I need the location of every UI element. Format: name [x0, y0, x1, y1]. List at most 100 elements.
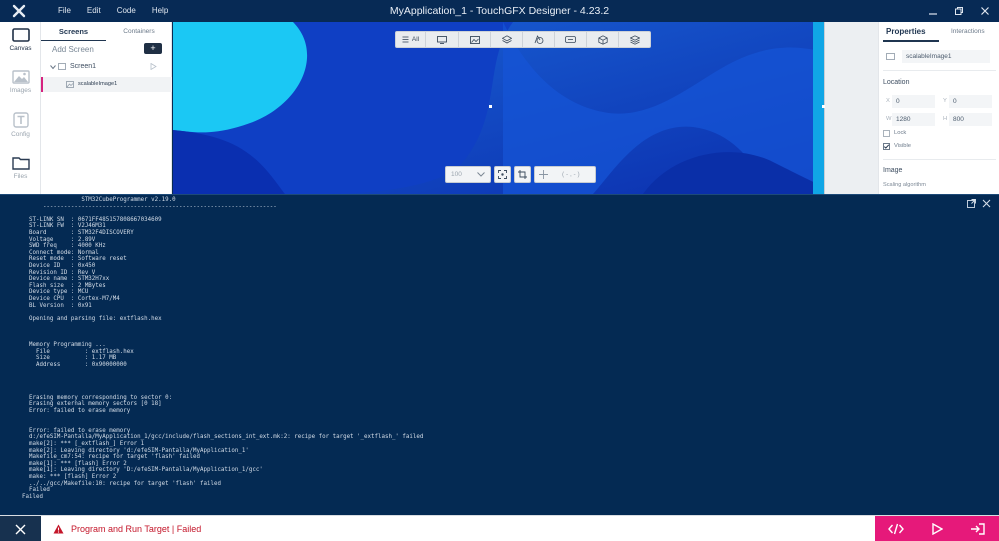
filter-display-button[interactable]: [426, 32, 459, 47]
program-target-button[interactable]: [957, 516, 998, 541]
console-output: STM32CubeProgrammer v2.19.0 ------------…: [22, 197, 423, 500]
console-line: make[1]: Leaving directory 'D:/efeSIM-Pa…: [22, 467, 263, 474]
menu-code[interactable]: Code: [109, 0, 144, 22]
filter-3d-button[interactable]: [587, 32, 619, 47]
console-line: make: *** [flash] Error 2: [22, 473, 117, 480]
chevron-down-icon: [477, 172, 485, 177]
w-label: W: [886, 116, 892, 122]
console-line: ST-LINK FW : V2J46M31: [22, 223, 106, 230]
console-line: Reset mode : Software reset: [22, 256, 127, 263]
status-bar: Program and Run Target | Failed: [0, 515, 999, 541]
selection-handle[interactable]: [489, 105, 492, 108]
button-widget-icon: [565, 36, 576, 43]
rail-item-config[interactable]: Config: [0, 106, 41, 146]
height-input[interactable]: 800: [949, 113, 992, 126]
close-log-button[interactable]: [0, 516, 41, 541]
generate-code-button[interactable]: [875, 516, 916, 541]
console-line: BL Version : 0x91: [22, 302, 92, 309]
console-line: STM32CubeProgrammer v2.19.0: [22, 197, 176, 203]
widget-name-field[interactable]: scalableImage1: [902, 50, 990, 63]
fit-screen-icon: [498, 170, 507, 179]
checkmark-icon: [883, 144, 890, 149]
config-icon: [12, 112, 29, 128]
menu-help[interactable]: Help: [144, 0, 176, 22]
console-line: Erasing external memory sectors [0 18]: [22, 401, 162, 408]
rail-item-images[interactable]: Images: [0, 64, 41, 104]
rail-item-files[interactable]: Files: [0, 150, 41, 190]
filter-shapes-button[interactable]: [523, 32, 555, 47]
console-line: SWD freq : 4000 KHz: [22, 243, 106, 250]
widget-name: scalableImage1: [78, 81, 118, 87]
menu-file[interactable]: File: [50, 0, 79, 22]
tab-interactions[interactable]: Interactions: [951, 28, 985, 35]
console-line: ----------------------------------------…: [22, 203, 277, 210]
screens-panel: Screens Containers Add Screen + Screen1 …: [41, 22, 172, 194]
screen-name: Screen1: [70, 63, 97, 70]
title-bar: File Edit Code Help MyApplication_1 - To…: [0, 0, 999, 22]
lock-label: Lock: [894, 130, 907, 136]
console-line: Device type : MCU: [22, 289, 89, 296]
widget-tree-item[interactable]: scalableImage1: [41, 77, 172, 92]
divider: [883, 159, 996, 160]
console-line: Device ID : 0x450: [22, 262, 96, 269]
visible-checkbox[interactable]: [883, 143, 890, 150]
minimize-button[interactable]: [925, 3, 941, 19]
screen-tree-item[interactable]: Screen1: [41, 61, 172, 74]
status-message: Program and Run Target | Failed: [71, 524, 202, 534]
touchgfx-designer-window: File Edit Code Help MyApplication_1 - To…: [0, 0, 999, 541]
console-line: Failed: [22, 493, 43, 500]
minimize-icon: [929, 13, 937, 15]
location-title: Location: [883, 79, 910, 86]
x-input[interactable]: 0: [892, 95, 935, 108]
close-window-button[interactable]: [977, 3, 993, 19]
canvas-edge: [824, 22, 825, 194]
layers-icon: [501, 35, 512, 44]
console-line: ../../gcc/Makefile:10: recipe for target…: [22, 480, 221, 487]
image-widget-icon: [66, 81, 74, 88]
folder-icon: [11, 157, 30, 170]
rail-item-canvas[interactable]: Canvas: [0, 22, 41, 62]
restore-button[interactable]: [951, 3, 967, 19]
close-console-icon[interactable]: [982, 199, 991, 208]
console-controls: [967, 199, 991, 208]
console-line: Voltage : 2.89V: [22, 236, 96, 243]
tab-containers[interactable]: Containers: [106, 22, 172, 41]
fit-screen-button[interactable]: [494, 166, 511, 183]
divider: [883, 70, 996, 71]
filter-misc-button[interactable]: [619, 32, 650, 47]
maximize-console-icon[interactable]: [967, 199, 976, 208]
filter-container-button[interactable]: [491, 32, 523, 47]
menu-edit[interactable]: Edit: [79, 0, 109, 22]
run-simulator-button[interactable]: [916, 516, 957, 541]
image-title: Image: [883, 167, 903, 174]
filter-buttons-button[interactable]: [555, 32, 587, 47]
tab-screens[interactable]: Screens: [41, 22, 106, 41]
console-line: Connect mode: Normal: [22, 249, 99, 256]
rail-label-files: Files: [13, 173, 28, 180]
chevron-down-icon[interactable]: [50, 64, 56, 70]
width-input[interactable]: 1280: [892, 113, 935, 126]
tab-properties[interactable]: Properties: [886, 27, 926, 36]
y-input[interactable]: 0: [949, 95, 992, 108]
filter-image-button[interactable]: [459, 32, 491, 47]
add-screen-button[interactable]: +: [144, 43, 162, 54]
crop-icon: [518, 170, 527, 179]
play-icon[interactable]: [150, 63, 157, 70]
zoom-select[interactable]: 100: [445, 166, 491, 183]
crop-button[interactable]: [514, 166, 531, 183]
widget-filter-toolbar: All: [395, 31, 651, 48]
console-line: Board : STM32F4DISCOVERY: [22, 229, 134, 236]
selection-handle[interactable]: [822, 105, 825, 108]
coordinate-readout: ( - , - ): [534, 166, 596, 183]
coordinate-value: ( - , - ): [562, 171, 580, 178]
display-icon: [437, 35, 447, 44]
rail-label-canvas: Canvas: [9, 45, 32, 52]
filter-all-button[interactable]: All: [396, 32, 426, 47]
console-line: Flash size : 2 MBytes: [22, 282, 106, 289]
lock-checkbox[interactable]: [883, 130, 890, 137]
